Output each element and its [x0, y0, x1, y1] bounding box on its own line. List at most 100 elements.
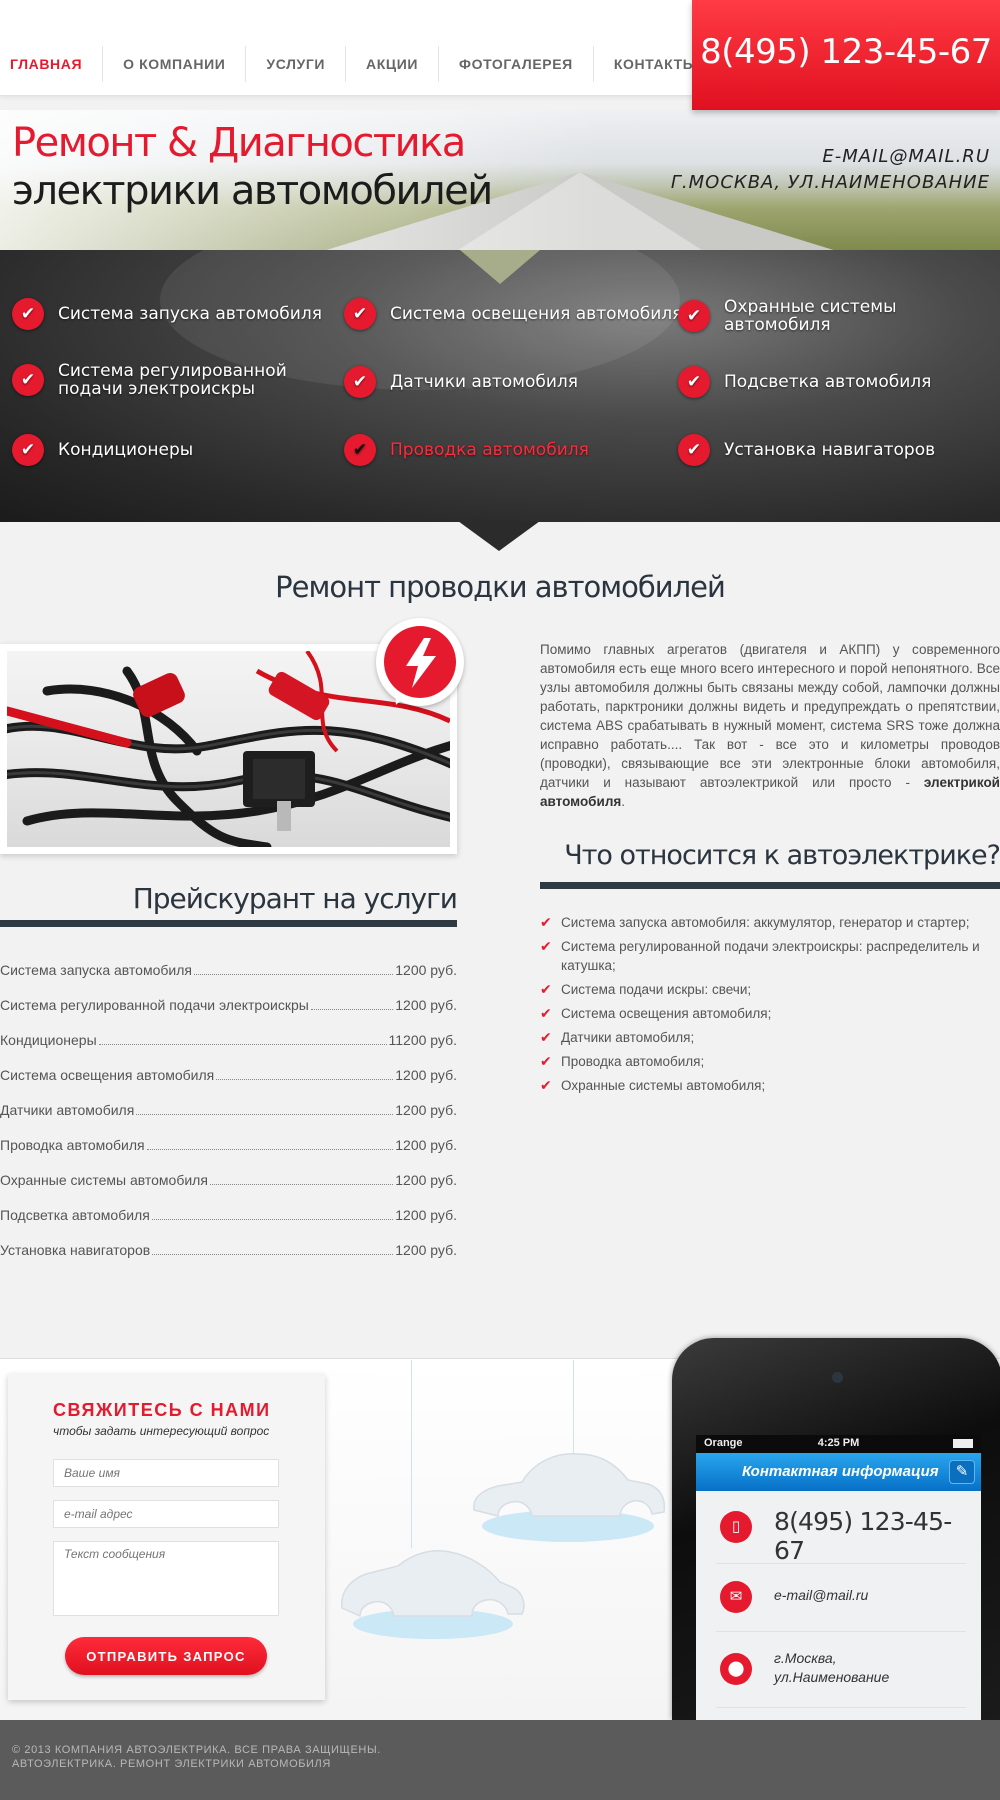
check-icon: ✔ [12, 298, 44, 330]
service-price: 1200 руб. [395, 1207, 457, 1223]
service-label: Проводка автомобиля [390, 440, 589, 460]
service-item[interactable]: ✔ Охранные системы автомобиля [678, 298, 1000, 334]
service-price: 1200 руб. [395, 1067, 457, 1083]
price-row: Охранные системы автомобиля 1200 руб. [0, 1172, 457, 1207]
hanging-string [411, 1360, 412, 1548]
smartphone-mockup: Orange 4:25 PM Контактная информация ✎ ▯… [672, 1338, 1000, 1720]
service-label: Система запуска автомобиля [58, 304, 322, 324]
check-icon: ✔ [344, 366, 376, 398]
service-label: Установка навигаторов [724, 440, 936, 460]
feature-text: Система подачи искры: свечи; [561, 982, 752, 997]
nav-item-gallery[interactable]: ФОТОГАЛЕРЕЯ [439, 46, 594, 82]
mobile-phone-icon: ▯ [720, 1511, 752, 1543]
list-item: ✔ Охранные системы автомобиля; [540, 1076, 1000, 1095]
pricelist-heading-underline [0, 920, 457, 927]
lightning-badge [376, 618, 464, 710]
hero-address: Г.МОСКВА, УЛ.НАИМЕНОВАНИЕ [670, 172, 990, 193]
service-item[interactable]: ✔ Установка навигаторов [678, 434, 935, 466]
list-item: ✔ Система запуска автомобиля: аккумулятор… [540, 913, 1000, 932]
contact-phone: 8(495) 123-45-67 [774, 1507, 952, 1565]
phone-screen: Orange 4:25 PM Контактная информация ✎ ▯… [696, 1435, 981, 1720]
features-list: ✔ Система запуска автомобиля: аккумулятор… [540, 913, 1000, 1100]
battery-icon [953, 1439, 973, 1448]
dot-leader [209, 1175, 394, 1185]
car-freshener-icon [341, 1550, 525, 1639]
tick-icon: ✔ [540, 1005, 552, 1021]
service-price: 1200 руб. [395, 1172, 457, 1188]
tick-icon: ✔ [540, 938, 552, 954]
service-name: Установка навигаторов [0, 1242, 151, 1258]
dot-leader [152, 1245, 394, 1255]
service-item[interactable]: ✔ Система регулированной подачи электрои… [12, 362, 312, 398]
status-time: 4:25 PM [817, 1437, 860, 1449]
nav-item-about[interactable]: О КОМПАНИИ [103, 46, 247, 82]
address-line2: ул.Наименование [774, 1669, 890, 1685]
service-item[interactable]: ✔ Кондиционеры [12, 434, 193, 466]
service-label: Охранные системы автомобиля [724, 297, 897, 335]
service-item[interactable]: ✔ Датчики автомобиля [344, 366, 578, 398]
service-label: Кондиционеры [58, 440, 194, 460]
contact-address: г.Москва, ул.Наименование [774, 1649, 889, 1687]
service-item[interactable]: ✔ Система освещения автомобиля [344, 298, 682, 330]
feature-text: Система освещения автомобиля; [561, 1006, 772, 1021]
price-row: Система освещения автомобиля 1200 руб. [0, 1067, 457, 1102]
service-name: Охранные системы автомобиля [0, 1172, 208, 1188]
contact-row-email[interactable]: ✉ e-mail@mail.ru [696, 1569, 981, 1625]
pricelist-heading: Прейскурант на услуги [132, 882, 458, 915]
check-icon: ✔ [12, 364, 44, 396]
list-item: ✔ Проводка автомобиля; [540, 1052, 1000, 1071]
send-request-button[interactable]: ОТПРАВИТЬ ЗАПРОС [65, 1637, 267, 1675]
check-icon: ✔ [678, 366, 710, 398]
dot-leader [151, 1210, 394, 1220]
nav-item-home[interactable]: ГЛАВНАЯ [0, 46, 104, 82]
price-row: Подсветка автомобиля 1200 руб. [0, 1207, 457, 1242]
check-icon: ✔ [678, 434, 710, 466]
nav-item-services[interactable]: УСЛУГИ [246, 46, 347, 82]
edit-icon[interactable]: ✎ [949, 1460, 975, 1484]
price-row: Установка навигаторов 1200 руб. [0, 1242, 457, 1277]
check-icon: ✔ [12, 434, 44, 466]
section-pointer-bottom [458, 521, 540, 551]
name-field[interactable] [53, 1459, 279, 1487]
service-price: 1200 руб. [395, 1102, 457, 1118]
service-label: Датчики автомобиля [390, 372, 579, 392]
list-item: ✔ Система освещения автомобиля; [540, 1004, 1000, 1023]
service-name: Кондиционеры [0, 1032, 97, 1048]
check-icon: ✔ [678, 300, 710, 332]
price-row: Кондиционеры 11200 руб. [0, 1032, 457, 1067]
features-heading-underline [540, 882, 1000, 889]
hero-banner: Ремонт & Диагностика электрики автомобил… [0, 110, 1000, 250]
feature-text: Проводка автомобиля; [561, 1054, 705, 1069]
service-name: Система регулированной подачи электроиск… [0, 997, 309, 1013]
service-item[interactable]: ✔ Система запуска автомобиля [12, 298, 322, 330]
contact-row-address: ⬤ г.Москва, ул.Наименование [696, 1637, 981, 1703]
hero-email[interactable]: E-MAIL@MAIL.RU [822, 146, 990, 167]
service-label: Система освещения автомобиля [390, 304, 683, 324]
intro-text: Помимо главных агрегатов (двигателя и АК… [540, 642, 1000, 790]
dot-leader [98, 1035, 387, 1045]
service-price: 11200 руб. [388, 1032, 457, 1048]
dot-leader [216, 1070, 394, 1080]
contact-row-phone[interactable]: ▯ 8(495) 123-45-67 [696, 1497, 981, 1565]
price-row: Система регулированной подачи электроиск… [0, 997, 457, 1032]
features-heading: Что относится к автоэлектрике? [564, 840, 1000, 871]
main-menu: ГЛАВНАЯ О КОМПАНИИ УСЛУГИ АКЦИИ ФОТОГАЛЕ… [0, 46, 717, 82]
service-item-active[interactable]: ✔ Проводка автомобиля [344, 434, 589, 466]
page-title: Ремонт проводки автомобилей [275, 570, 726, 604]
tick-icon: ✔ [540, 981, 552, 997]
nav-item-promotions[interactable]: АКЦИИ [346, 46, 440, 82]
tick-icon: ✔ [540, 914, 552, 930]
header-phone-number[interactable]: 8(495) 123-45-67 [692, 0, 1000, 110]
service-name: Система запуска автомобиля [0, 962, 192, 978]
message-field[interactable] [53, 1541, 279, 1616]
dot-leader [193, 965, 394, 975]
service-item[interactable]: ✔ Подсветка автомобиля [678, 366, 931, 398]
price-row: Датчики автомобиля 1200 руб. [0, 1102, 457, 1137]
location-pin-icon: ⬤ [720, 1653, 752, 1685]
check-icon: ✔ [344, 298, 376, 330]
divider [716, 1631, 966, 1632]
intro-paragraph: Помимо главных агрегатов (двигателя и АК… [540, 640, 1000, 811]
car-freshener-icon [473, 1453, 666, 1542]
email-field[interactable] [53, 1500, 279, 1528]
list-item: ✔ Система подачи искры: свечи; [540, 980, 1000, 999]
